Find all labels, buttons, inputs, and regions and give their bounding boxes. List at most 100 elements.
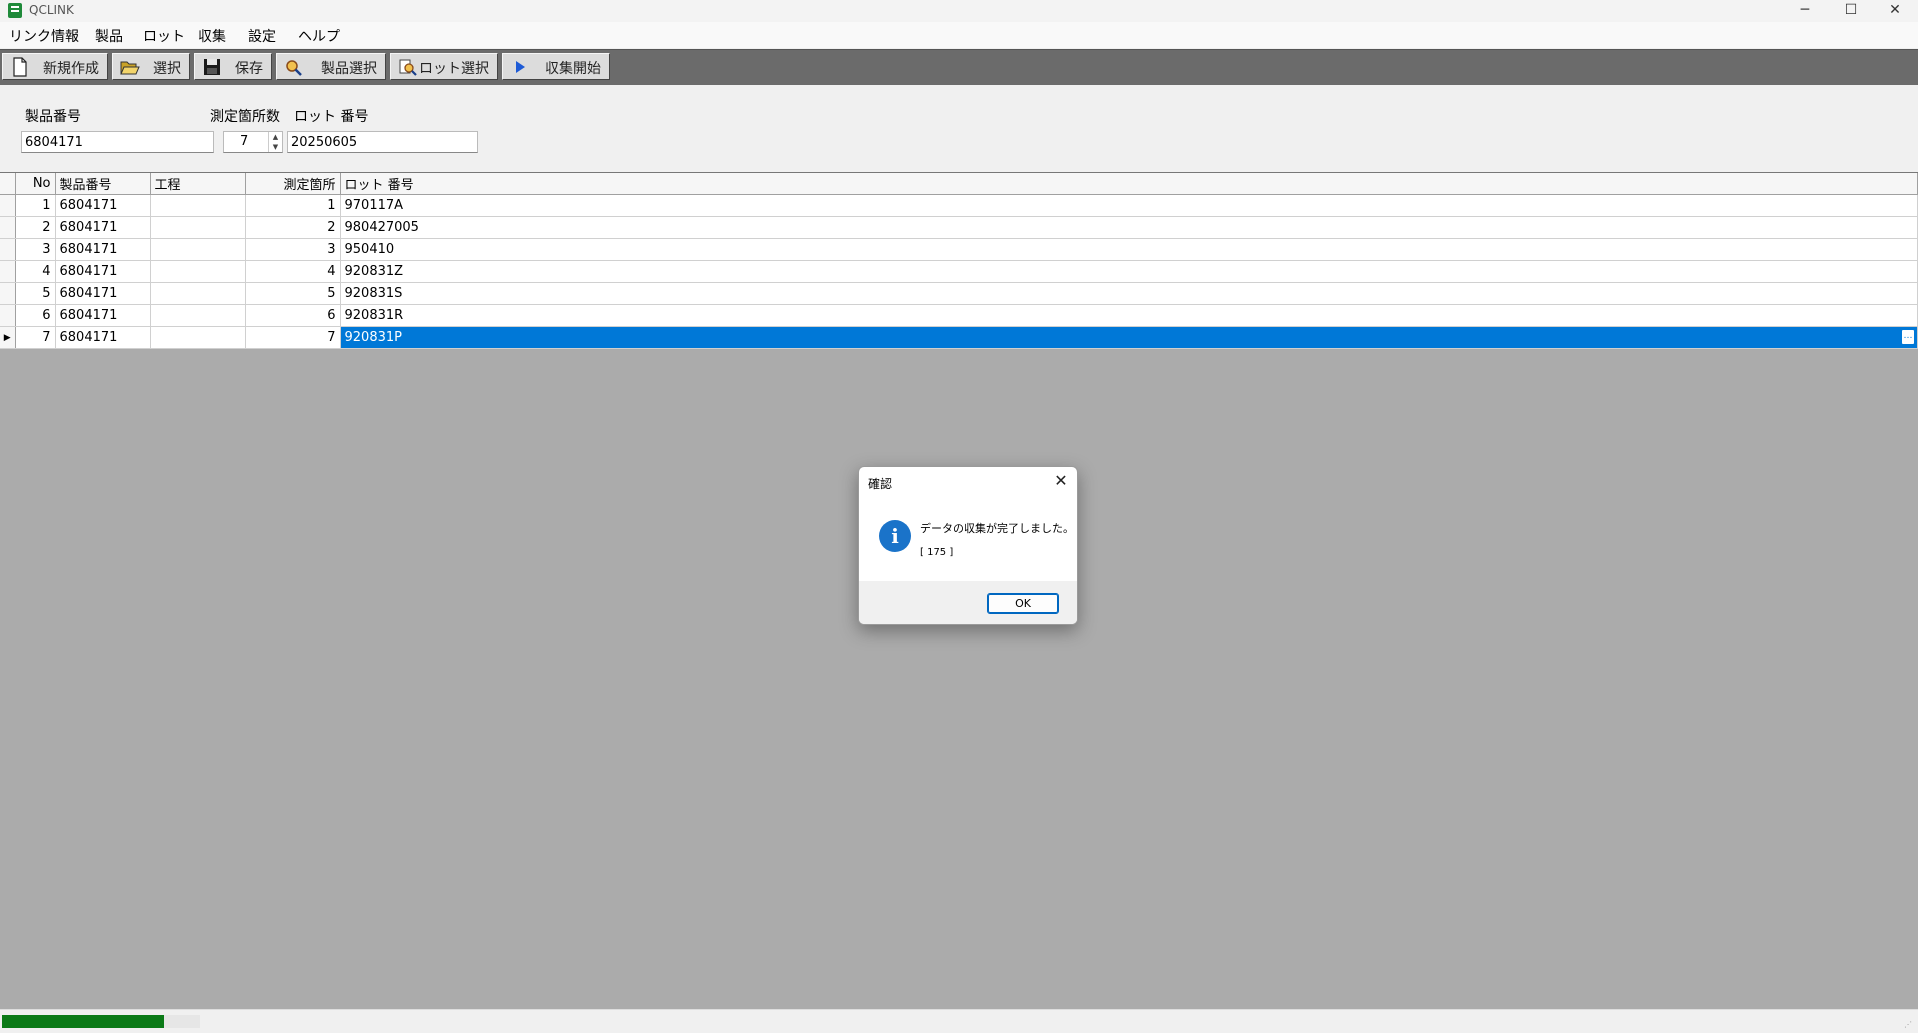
cell-no[interactable]: 1 [15, 194, 56, 217]
cell-point[interactable]: 6 [245, 304, 341, 327]
measure-count-value: 7 [240, 134, 249, 149]
cell-process[interactable] [150, 194, 246, 217]
dialog-message: データの収集が完了しました。 [920, 522, 1074, 535]
cell-process[interactable] [150, 260, 246, 283]
cell-no[interactable]: 4 [15, 260, 56, 283]
cell-lot[interactable]: 970117A [340, 194, 1918, 217]
lot-no-label: ロット 番号 [294, 109, 369, 125]
measure-count-label: 測定箇所数 [210, 109, 280, 125]
row-header[interactable] [0, 304, 16, 327]
col-header-lot[interactable]: ロット 番号 [340, 173, 1918, 195]
minimize-button[interactable]: ─ [1782, 0, 1828, 22]
new-label: 新規作成 [43, 61, 99, 77]
lot-no-input[interactable]: 20250605 [287, 131, 478, 153]
cell-product[interactable]: 6804171 [55, 326, 151, 349]
menu-settings[interactable]: 設定 [248, 26, 276, 46]
cell-no[interactable]: 3 [15, 238, 56, 261]
cell-lot[interactable]: 920831R [340, 304, 1918, 327]
select-button[interactable]: 選択 [112, 53, 190, 80]
table-row[interactable]: 4 6804171 4 920831Z [0, 260, 1918, 283]
table-row[interactable]: 1 6804171 1 970117A [0, 194, 1918, 217]
col-header-product[interactable]: 製品番号 [55, 173, 151, 195]
table-row-selected[interactable]: ▶ 7 6804171 7 920831P … [0, 326, 1918, 349]
cell-point[interactable]: 2 [245, 216, 341, 239]
ok-button[interactable]: OK [987, 593, 1059, 614]
cell-lot[interactable]: 980427005 [340, 216, 1918, 239]
cell-no[interactable]: 2 [15, 216, 56, 239]
col-header-process[interactable]: 工程 [150, 173, 246, 195]
progress-bar [2, 1015, 200, 1028]
window-title: QCLINK [29, 3, 74, 17]
cell-process[interactable] [150, 304, 246, 327]
row-header[interactable] [0, 260, 16, 283]
data-grid: No 製品番号 工程 測定箇所 ロット 番号 1 6804171 1 97011… [0, 173, 1918, 349]
menu-help[interactable]: ヘルプ [298, 26, 340, 46]
product-no-input[interactable]: 6804171 [21, 131, 214, 153]
cell-product[interactable]: 6804171 [55, 216, 151, 239]
cell-no[interactable]: 6 [15, 304, 56, 327]
dialog-code: [ 175 ] [920, 547, 954, 558]
status-bar: ⋰ [0, 1009, 1918, 1033]
row-pointer-icon[interactable]: ▶ [0, 326, 16, 349]
cell-product[interactable]: 6804171 [55, 194, 151, 217]
product-select-button[interactable]: 製品選択 [276, 53, 386, 80]
lot-no-value: 20250605 [291, 135, 358, 150]
menu-lot[interactable]: ロット [143, 26, 185, 46]
cell-point[interactable]: 4 [245, 260, 341, 283]
new-button[interactable]: 新規作成 [2, 53, 108, 80]
menu-product[interactable]: 製品 [95, 26, 123, 46]
save-label: 保存 [235, 61, 263, 77]
progress-fill [2, 1015, 165, 1028]
cell-lot[interactable]: 950410 [340, 238, 1918, 261]
confirm-dialog: 確認 ✕ i データの収集が完了しました。 [ 175 ] OK [858, 466, 1078, 625]
cell-lot-selected[interactable]: 920831P … [340, 326, 1918, 349]
play-icon [516, 61, 525, 73]
col-header-no[interactable]: No [15, 173, 56, 195]
row-header[interactable] [0, 216, 16, 239]
maximize-button[interactable]: ☐ [1828, 0, 1874, 22]
cell-lot[interactable]: 920831S [340, 282, 1918, 305]
menu-bar: リンク情報 製品 ロット 収集 設定 ヘルプ [0, 22, 1918, 48]
table-row[interactable]: 6 6804171 6 920831R [0, 304, 1918, 327]
resize-grip-icon[interactable]: ⋰ [1904, 1020, 1914, 1030]
table-row[interactable]: 2 6804171 2 980427005 [0, 216, 1918, 239]
cell-process[interactable] [150, 216, 246, 239]
dialog-footer: OK [859, 581, 1077, 624]
table-row[interactable]: 3 6804171 3 950410 [0, 238, 1918, 261]
row-header[interactable] [0, 194, 16, 217]
cell-product[interactable]: 6804171 [55, 260, 151, 283]
cell-lot-value: 920831P [344, 330, 402, 345]
cell-point[interactable]: 3 [245, 238, 341, 261]
cell-process[interactable] [150, 238, 246, 261]
cell-process[interactable] [150, 326, 246, 349]
row-header[interactable] [0, 238, 16, 261]
ellipsis-button[interactable]: … [1901, 329, 1915, 345]
product-select-label: 製品選択 [321, 61, 377, 77]
save-button[interactable]: 保存 [194, 53, 272, 80]
product-search-icon [286, 60, 302, 76]
menu-collect[interactable]: 収集 [198, 26, 226, 46]
close-button[interactable]: ✕ [1872, 0, 1918, 22]
cell-lot[interactable]: 920831Z [340, 260, 1918, 283]
cell-point[interactable]: 1 [245, 194, 341, 217]
cell-process[interactable] [150, 282, 246, 305]
cell-product[interactable]: 6804171 [55, 304, 151, 327]
lot-select-button[interactable]: ロット選択 [390, 53, 498, 80]
cell-no[interactable]: 5 [15, 282, 56, 305]
start-collect-button[interactable]: 収集開始 [502, 53, 610, 80]
info-icon: i [879, 520, 911, 552]
product-no-value: 6804171 [25, 135, 83, 150]
table-row[interactable]: 5 6804171 5 920831S [0, 282, 1918, 305]
row-header[interactable] [0, 282, 16, 305]
cell-point[interactable]: 7 [245, 326, 341, 349]
col-header-point[interactable]: 測定箇所 [245, 173, 341, 195]
cell-no[interactable]: 7 [15, 326, 56, 349]
dialog-close-icon[interactable]: ✕ [1051, 471, 1071, 491]
cell-product[interactable]: 6804171 [55, 238, 151, 261]
dialog-title: 確認 [868, 477, 893, 491]
menu-link-info[interactable]: リンク情報 [9, 26, 79, 46]
cell-point[interactable]: 5 [245, 282, 341, 305]
measure-count-stepper[interactable]: 7 ▲ ▼ [223, 131, 283, 153]
cell-product[interactable]: 6804171 [55, 282, 151, 305]
spin-arrows-icon[interactable]: ▲ ▼ [268, 132, 282, 152]
